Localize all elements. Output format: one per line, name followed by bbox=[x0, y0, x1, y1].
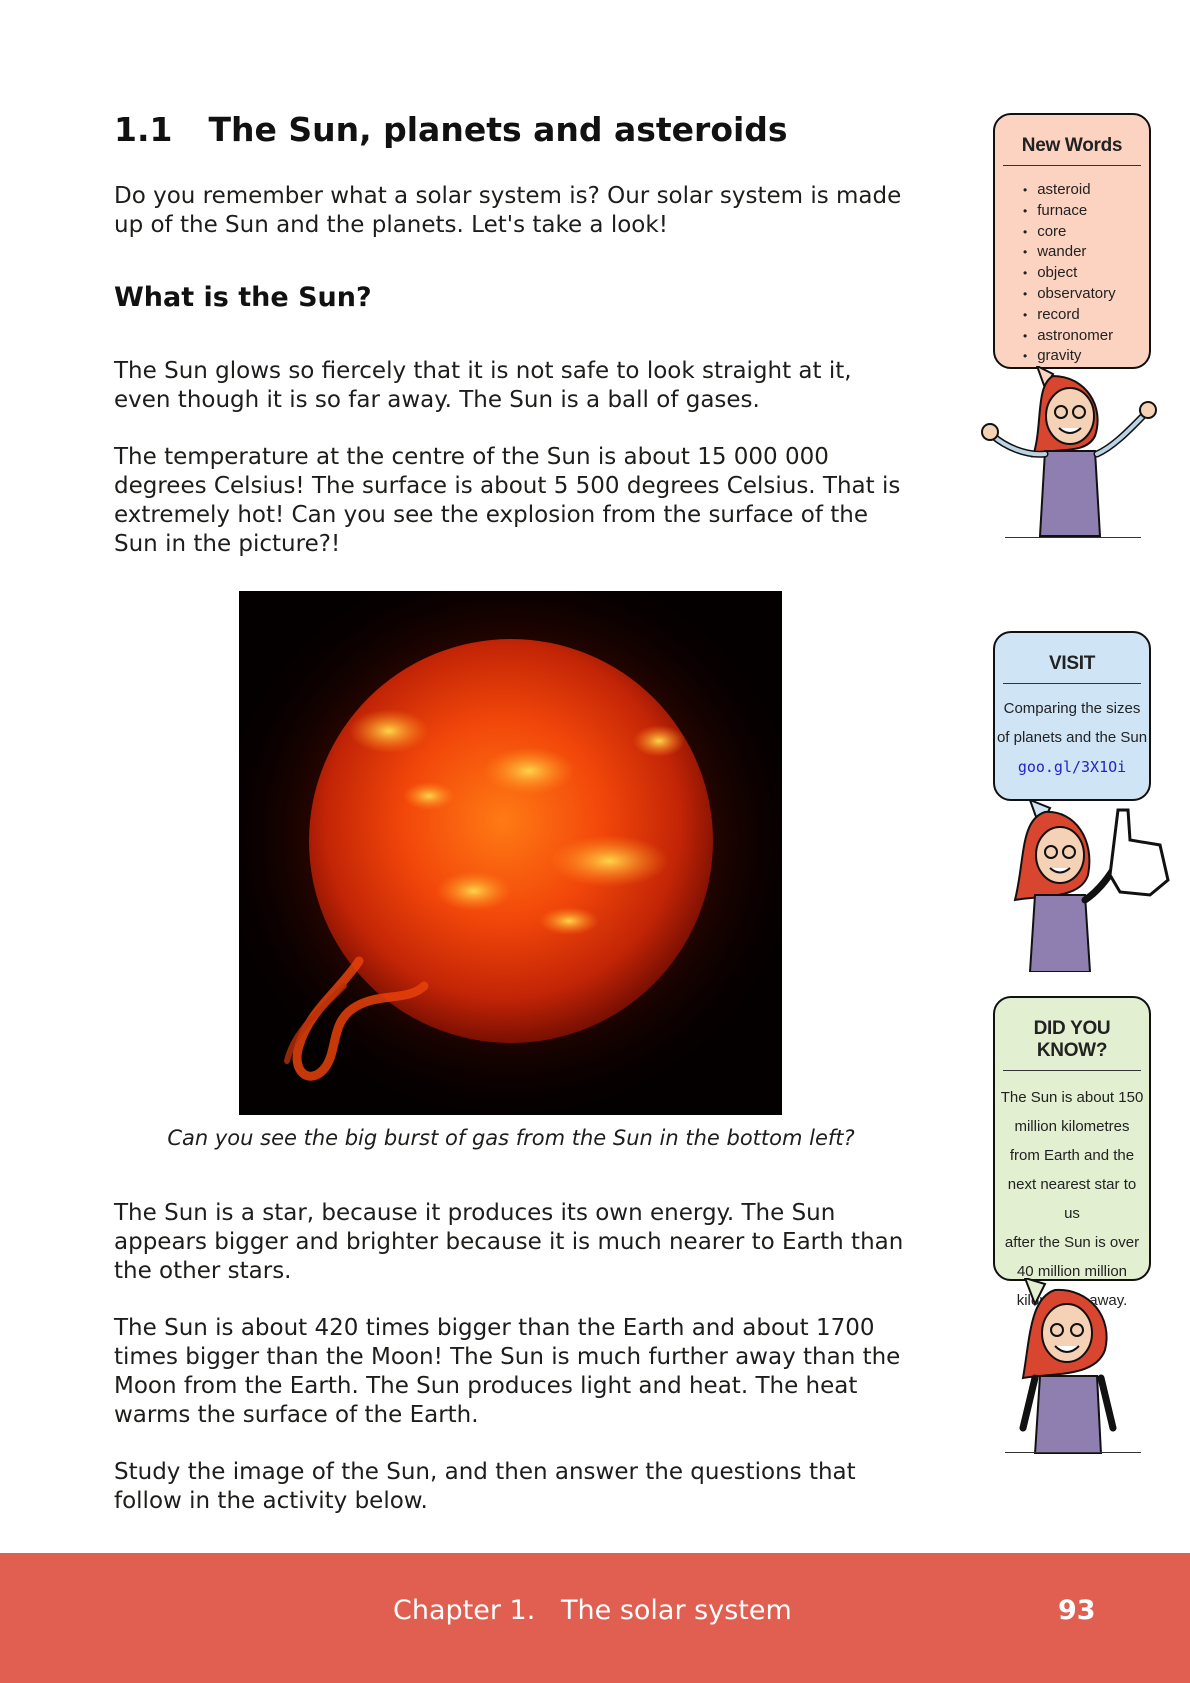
paragraph-1: The Sun glows so fiercely that it is not… bbox=[114, 358, 852, 413]
photo-caption: Can you see the big burst of gas from th… bbox=[167, 1126, 855, 1150]
visit-link[interactable]: goo.gl/3X1Oi bbox=[1018, 758, 1126, 776]
did-you-know-box: DID YOU KNOW? The Sun is about 150 milli… bbox=[993, 996, 1151, 1309]
word-item: observatory bbox=[1023, 284, 1149, 305]
subheading: What is the Sun? bbox=[114, 282, 372, 313]
word-item: asteroid bbox=[1023, 180, 1149, 201]
visit-box: VISIT Comparing the sizes of planets and… bbox=[993, 631, 1151, 801]
ground-line bbox=[1005, 537, 1141, 538]
fact-line: million kilometres bbox=[1014, 1118, 1130, 1135]
visit-line: of planets and the Sun bbox=[996, 729, 1148, 746]
new-words-box: New Words asteroid furnace core wander o… bbox=[993, 113, 1151, 369]
section-heading: 1.1 The Sun, planets and asteroids bbox=[114, 110, 788, 149]
paragraph-3: The Sun is a star, because it produces i… bbox=[114, 1200, 904, 1284]
visit-line: Comparing the sizes bbox=[1003, 700, 1141, 717]
paragraph-2: The temperature at the centre of the Sun… bbox=[114, 444, 901, 557]
section-title: The Sun, planets and asteroids bbox=[208, 110, 788, 149]
paragraph-4: The Sun is about 420 times bigger than t… bbox=[114, 1315, 901, 1428]
fact-line: The Sun is about 150 bbox=[1000, 1089, 1144, 1106]
did-you-know-title: DID YOU KNOW? bbox=[1003, 998, 1141, 1071]
fact-line: next nearest star to us bbox=[1007, 1176, 1137, 1222]
word-item: object bbox=[1023, 263, 1149, 284]
page-footer: Chapter 1. The solar system 93 bbox=[0, 1553, 1190, 1683]
paragraph-5: Study the image of the Sun, and then ans… bbox=[114, 1459, 856, 1514]
mascot-pointing-illustration bbox=[1013, 800, 1170, 972]
visit-description: Comparing the sizes of planets and the S… bbox=[995, 694, 1149, 752]
visit-title: VISIT bbox=[1003, 633, 1141, 684]
new-words-title: New Words bbox=[1003, 115, 1141, 166]
word-item: astronomer bbox=[1023, 326, 1149, 347]
word-item: furnace bbox=[1023, 201, 1149, 222]
page-number: 93 bbox=[1058, 1595, 1096, 1626]
section-number: 1.1 bbox=[114, 110, 173, 149]
ground-line bbox=[1005, 1452, 1141, 1453]
new-words-list: asteroid furnace core wander object obse… bbox=[1023, 180, 1149, 367]
intro-paragraph: Do you remember what a solar system is? … bbox=[114, 183, 902, 238]
word-item: wander bbox=[1023, 242, 1149, 263]
chapter-title: Chapter 1. The solar system bbox=[393, 1595, 792, 1626]
mascot-arms-up-illustration bbox=[981, 366, 1157, 537]
fact-line: from Earth and the bbox=[1009, 1147, 1135, 1164]
mascot-smiling-illustration bbox=[1019, 1278, 1117, 1454]
word-item: core bbox=[1023, 222, 1149, 243]
fact-line: after the Sun is over bbox=[1004, 1234, 1140, 1251]
sun-photo bbox=[239, 591, 782, 1115]
word-item: gravity bbox=[1023, 346, 1149, 367]
word-item: record bbox=[1023, 305, 1149, 326]
